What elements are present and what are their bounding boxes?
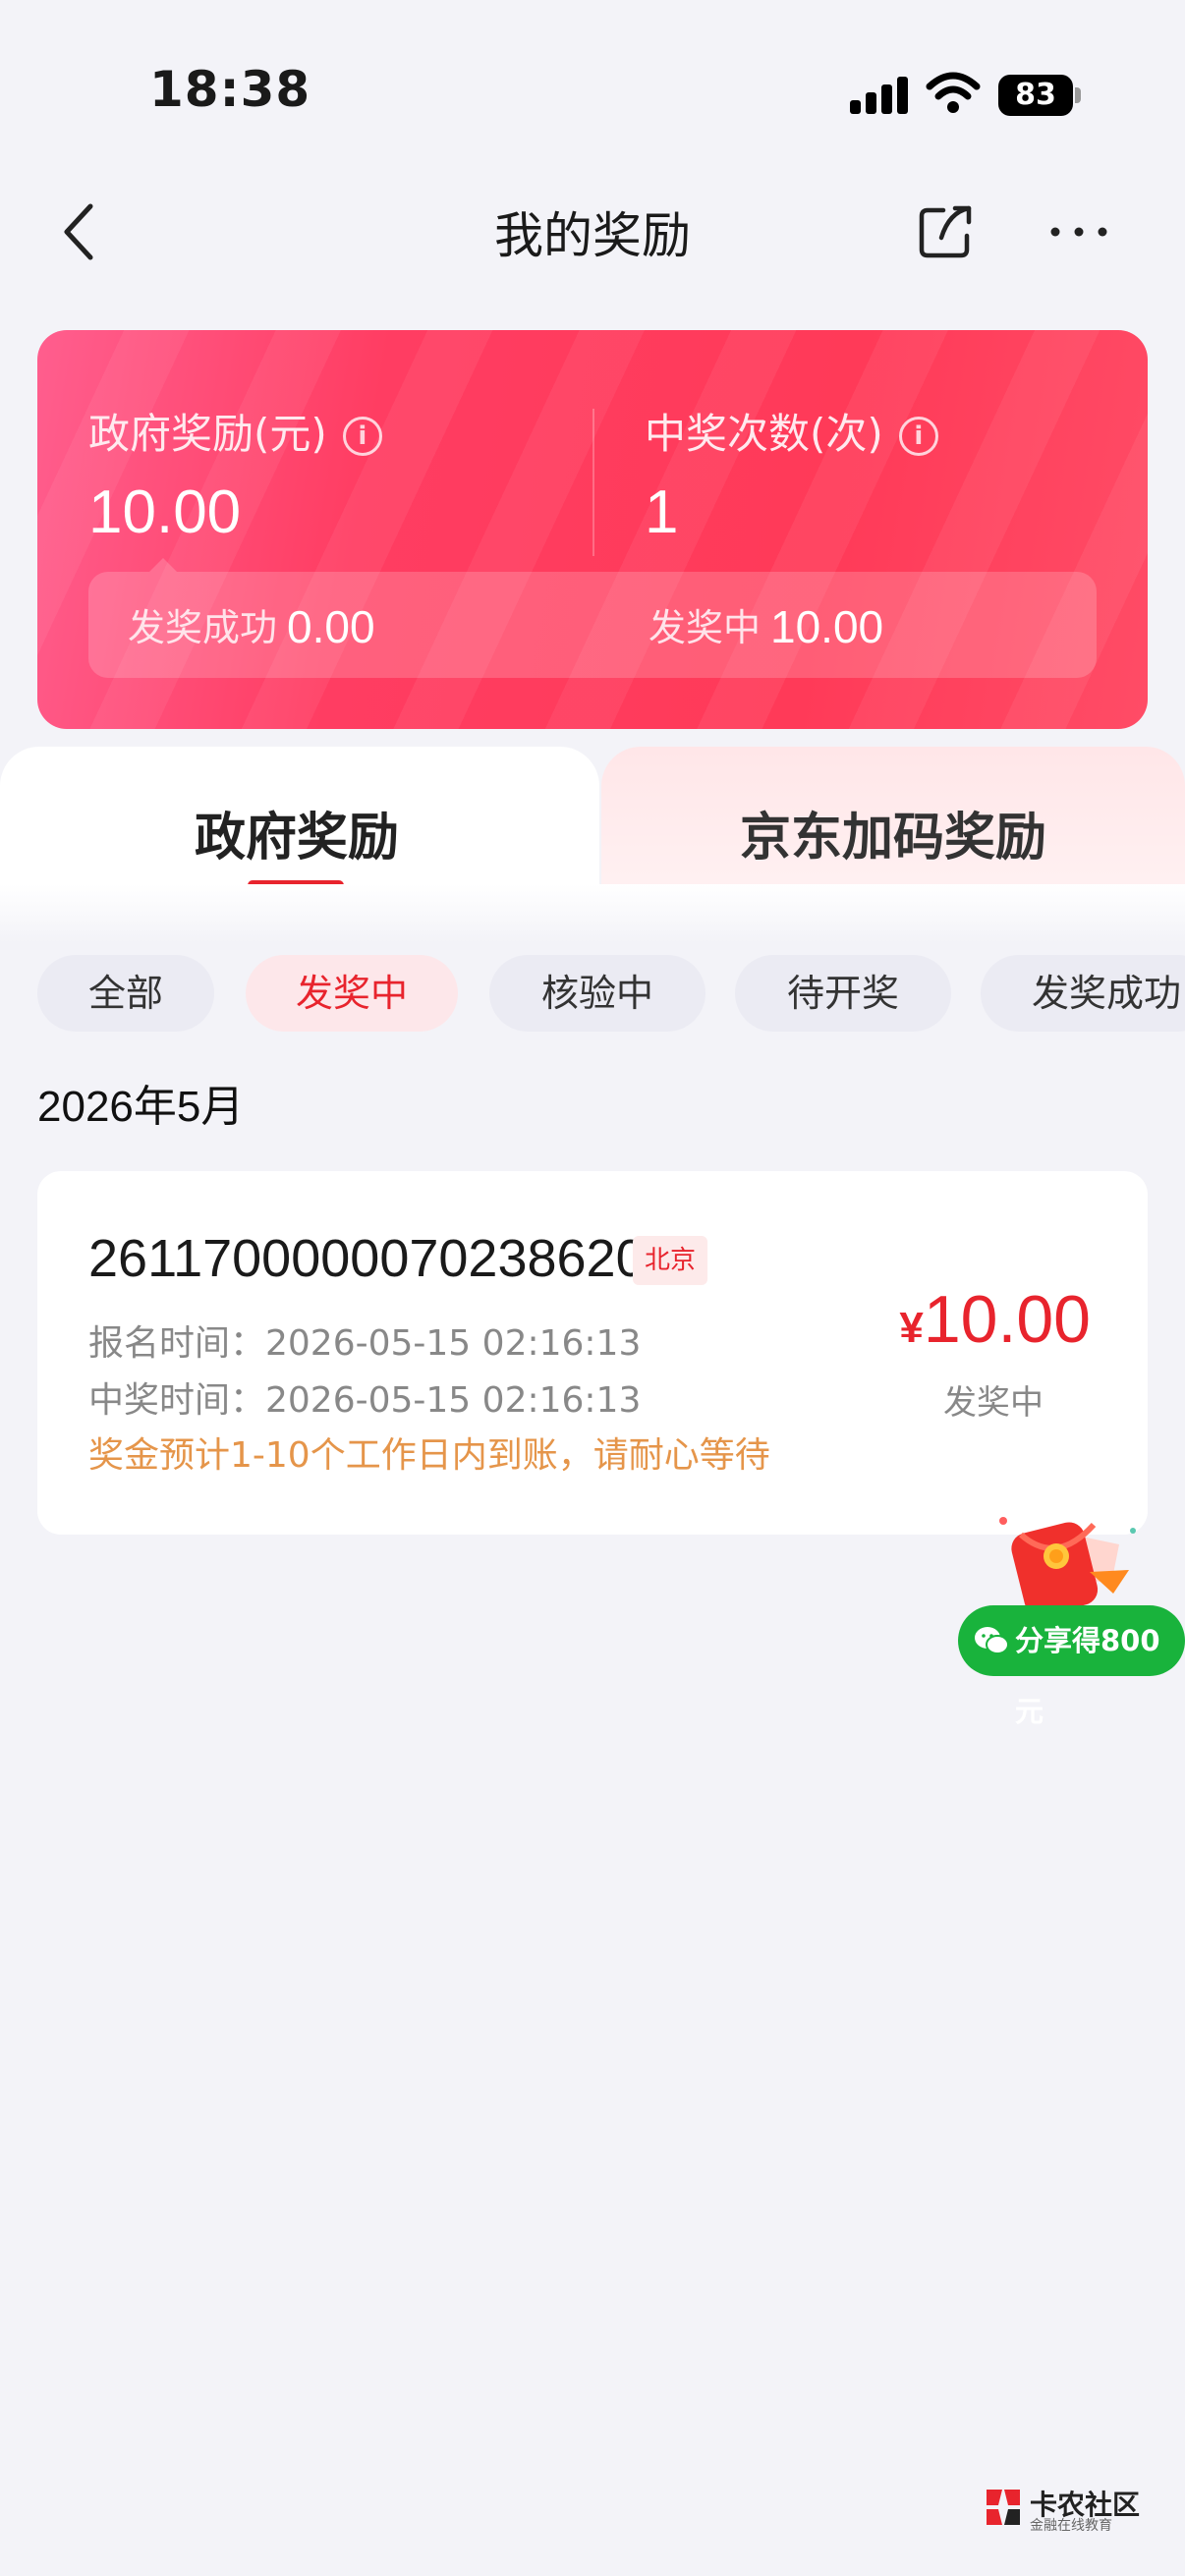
payout-pending-value: 10.00: [770, 601, 884, 652]
page-title: 我的奖励: [494, 207, 691, 264]
payout-pending-label: 发奖中: [649, 606, 762, 649]
amount-value: 10.00: [923, 1282, 1091, 1357]
order-number: 26117000000702386203: [88, 1229, 675, 1288]
reward-list-item[interactable]: 26117000000702386203 北京 报名时间：2026-05-15 …: [37, 1171, 1148, 1535]
region-badge: 北京: [633, 1236, 708, 1285]
win-count-value: 1: [645, 478, 679, 546]
watermark-slogan: 金融在线教育: [1030, 2518, 1112, 2534]
tab-label: 京东加码奖励: [739, 809, 1046, 868]
signal-icon: [850, 75, 909, 114]
watermark: 卡农社区 金融在线教育: [983, 2484, 1150, 2534]
currency-symbol: ¥: [899, 1304, 924, 1352]
status-bar: 18:38 83: [0, 0, 1185, 157]
reward-amount: ¥10.00: [899, 1281, 1091, 1358]
filter-chip-paying[interactable]: 发奖中: [246, 955, 458, 1032]
filter-chip-verifying[interactable]: 核验中: [489, 955, 705, 1032]
tab-label: 政府奖励: [194, 809, 399, 868]
reward-summary-card: 政府奖励(元) i 10.00 中奖次数(次) i 1 发奖成功 0.00 发奖中 10…: [37, 330, 1148, 729]
gov-reward-stat: 政府奖励(元) i: [88, 401, 382, 461]
payout-success-value: 0.00: [287, 601, 375, 652]
status-filter-chips: 全部 发奖中 核验中 待开奖 发奖成功: [0, 955, 1185, 1034]
filter-chip-pending-draw[interactable]: 待开奖: [735, 955, 951, 1032]
payout-success-label: 发奖成功: [128, 606, 278, 649]
filter-chip-paid[interactable]: 发奖成功: [981, 955, 1185, 1032]
register-time: 报名时间：2026-05-15 02:16:13: [88, 1323, 642, 1364]
month-section-title: 2026年5月: [37, 1083, 245, 1131]
share-icon[interactable]: [914, 200, 977, 263]
battery-icon: 83: [998, 75, 1081, 116]
share-pill[interactable]: 分享得800元: [958, 1605, 1185, 1728]
share-label: 分享得800元: [1015, 1624, 1160, 1728]
win-count-label: 中奖次数(次): [645, 410, 883, 458]
wechat-icon: [975, 1627, 1009, 1654]
win-time: 中奖时间：2026-05-15 02:16:13: [88, 1380, 642, 1421]
gov-reward-label: 政府奖励(元): [88, 410, 327, 458]
win-count-stat: 中奖次数(次) i: [645, 401, 938, 461]
tabs-fade: [0, 884, 1185, 943]
tab-jd-bonus[interactable]: 京东加码奖励: [601, 747, 1185, 894]
info-icon[interactable]: i: [898, 417, 938, 456]
reward-status: 发奖中: [943, 1383, 1044, 1423]
payout-pending: 发奖中 10.00: [649, 597, 883, 653]
status-time: 18:38: [149, 61, 311, 118]
info-icon[interactable]: i: [342, 417, 382, 456]
kanong-logo-icon: [987, 2490, 1020, 2525]
nav-bar: 我的奖励: [0, 177, 1185, 285]
battery-level: 83: [998, 75, 1073, 116]
payout-notice: 奖金预计1-10个工作日内到账，请耐心等待: [88, 1435, 770, 1476]
payout-success: 发奖成功 0.00: [128, 597, 375, 653]
gov-reward-value: 10.00: [88, 478, 242, 546]
filter-chip-all[interactable]: 全部: [37, 955, 214, 1032]
floating-share-button[interactable]: 分享得800元: [958, 1509, 1185, 1728]
payout-breakdown: 发奖成功 0.00 发奖中 10.00: [88, 558, 1097, 678]
stat-divider: [592, 409, 594, 556]
more-icon[interactable]: [1049, 224, 1108, 240]
wifi-icon: [926, 72, 981, 113]
